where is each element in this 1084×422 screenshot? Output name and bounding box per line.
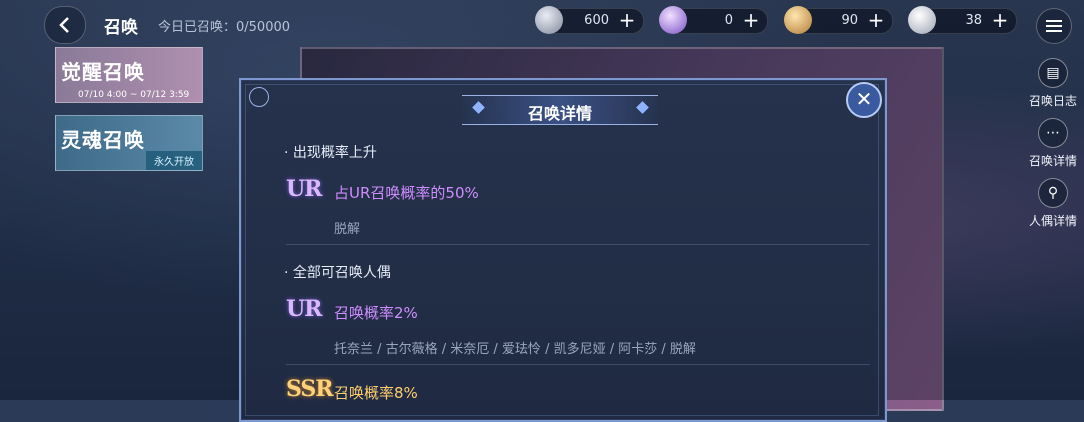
tab-soul-summon[interactable]: 灵魂召唤 永久开放 — [55, 115, 203, 171]
dialog-title: 召唤详情 — [527, 104, 592, 123]
tab-awakening-summon[interactable]: 觉醒召唤 07/10 4:00 ~ 07/12 3:59 — [55, 47, 203, 103]
close-icon: ✕ — [855, 87, 873, 111]
log-icon: ▤ — [1038, 58, 1068, 88]
rate-up-text: 占UR召唤概率的50% — [334, 184, 479, 202]
rate-up-dolls: 脱解 — [334, 222, 361, 237]
tab-awakening-summon-label: 觉醒召唤 — [61, 60, 145, 84]
doll-details-label: 人偶详情 — [1028, 214, 1077, 228]
doll-details-button[interactable]: ⚲ 人偶详情 — [1022, 178, 1084, 229]
close-button[interactable]: ✕ — [846, 82, 882, 118]
resource-feather-gold: 90 + — [784, 6, 893, 34]
back-button[interactable] — [44, 6, 86, 44]
summon-details-label: 召唤详情 — [1028, 154, 1077, 168]
rarity-ssr-label: SSR — [286, 376, 334, 402]
permanent-badge: 永久开放 — [146, 151, 202, 170]
section-heading-rate-up: · 出现概率上升 — [284, 145, 377, 161]
rarity-ur-label: UR — [286, 176, 322, 202]
magnifier-icon: ⚲ — [1038, 178, 1068, 208]
orb-icon — [535, 6, 563, 34]
menu-icon — [1046, 20, 1062, 22]
resource-orb-value: 600 — [584, 13, 609, 28]
add-orb-button[interactable]: + — [617, 10, 637, 30]
resource-feather-silver: 38 + — [908, 6, 1017, 34]
dialog-title-bar: 召唤详情 — [462, 95, 658, 125]
daily-summon-count: 今日已召唤：0/50000 — [158, 20, 291, 35]
ur-rate-text: 召唤概率2% — [334, 304, 418, 322]
feather-silver-icon — [908, 6, 936, 34]
add-crystal-button[interactable]: + — [741, 10, 761, 30]
summon-log-button[interactable]: ▤ 召唤日志 — [1022, 58, 1084, 109]
rarity-ur-label: UR — [286, 296, 322, 322]
section-divider — [286, 364, 870, 365]
crystal-icon — [659, 6, 687, 34]
resource-feather-gold-value: 90 — [841, 13, 858, 28]
summon-details-button[interactable]: ⋯ 召唤详情 — [1022, 118, 1084, 169]
tab-awakening-summon-dates: 07/10 4:00 ~ 07/12 3:59 — [78, 90, 190, 100]
corner-ornament-icon — [249, 87, 269, 107]
ur-doll-list: 托奈兰 / 古尔薇格 / 米奈厄 / 爱珐怜 / 凯多尼娅 / 阿卡莎 / 脱解 — [334, 342, 696, 357]
dialog-inner-frame — [245, 84, 879, 416]
menu-button[interactable] — [1036, 8, 1072, 44]
feather-gold-icon — [784, 6, 812, 34]
add-feather-gold-button[interactable]: + — [866, 10, 886, 30]
resource-crystal: 0 + — [659, 6, 768, 34]
resource-crystal-value: 0 — [724, 13, 733, 28]
tab-soul-summon-label: 灵魂召唤 — [61, 128, 145, 152]
section-heading-all-dolls: · 全部可召唤人偶 — [284, 265, 391, 281]
page-title: 召唤 — [104, 18, 138, 38]
summon-log-label: 召唤日志 — [1028, 94, 1077, 108]
resource-feather-silver-value: 38 — [965, 13, 982, 28]
more-icon: ⋯ — [1038, 118, 1068, 148]
back-arrow-icon — [59, 17, 69, 33]
resource-orb: 600 + — [535, 6, 644, 34]
add-feather-silver-button[interactable]: + — [990, 10, 1010, 30]
section-divider — [286, 244, 870, 245]
